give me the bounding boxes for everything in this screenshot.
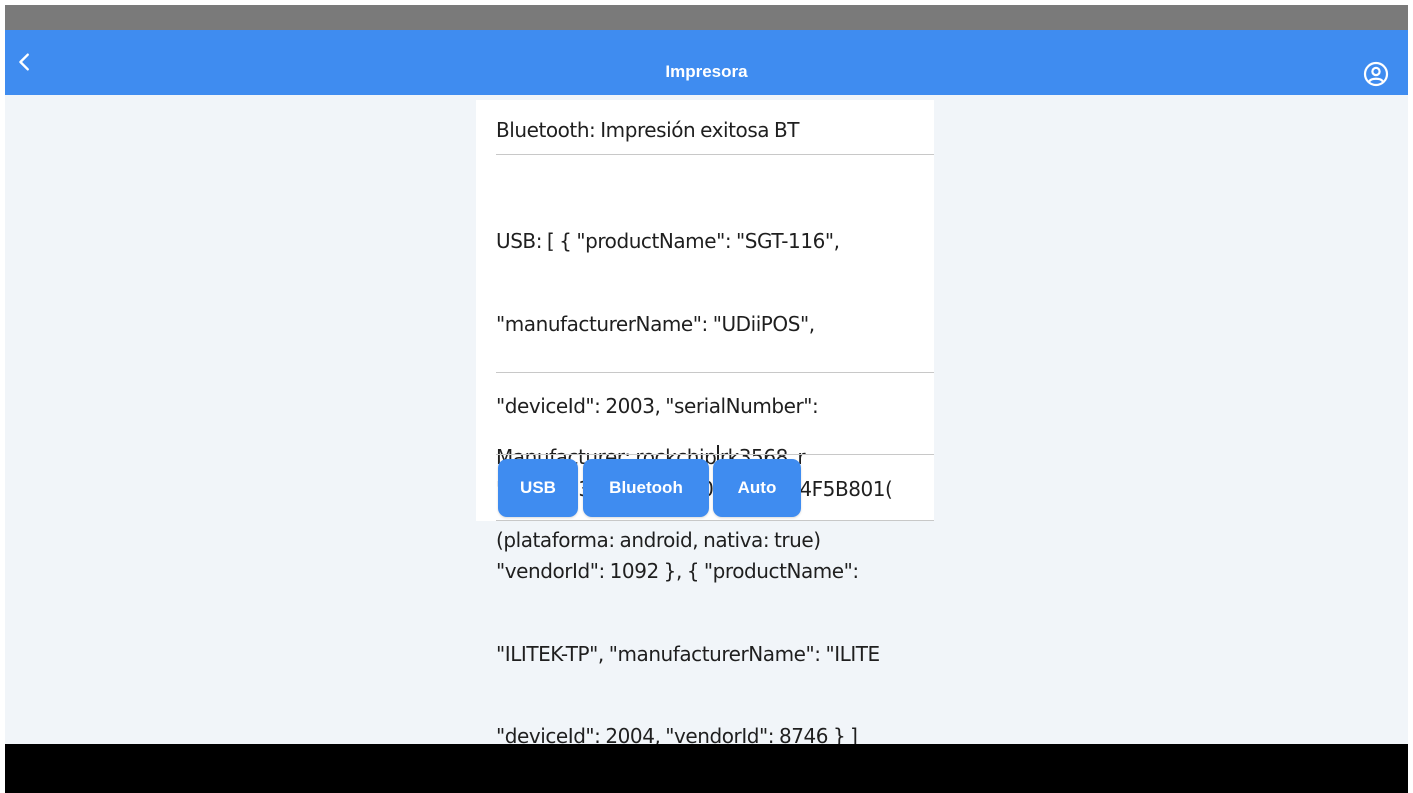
user-circle-icon: [1363, 61, 1389, 87]
navigation-bar: [5, 744, 1408, 793]
bluetooth-button[interactable]: Bluetooh: [583, 459, 709, 517]
page-title: Impresora: [665, 62, 748, 81]
auto-button[interactable]: Auto: [713, 459, 801, 517]
usb-line: USB: [ { "productName": "SGT-116",: [496, 229, 840, 253]
printer-info-card: Bluetooth: Impresión exitosa BT USB: [ {…: [476, 100, 934, 748]
app-screen: Impresora Bluetooth: Impresión exitosa B…: [5, 5, 1408, 793]
divider: [496, 372, 934, 373]
bluetooth-status-text: Bluetooth: Impresión exitosa BT: [496, 118, 800, 142]
divider: [496, 154, 934, 155]
platform-line: (plataforma: android, nativa: true): [496, 527, 821, 552]
usb-line: "manufacturerName": "UDiiPOS",: [496, 311, 815, 336]
usb-button[interactable]: USB: [498, 459, 578, 517]
divider: [496, 520, 934, 521]
status-bar: [5, 5, 1408, 30]
app-header: Impresora: [5, 30, 1408, 95]
divider: [496, 454, 934, 455]
usb-line: "ILITEK-TP", "manufacturerName": "ILITE: [496, 641, 880, 666]
account-button[interactable]: [1362, 60, 1390, 88]
